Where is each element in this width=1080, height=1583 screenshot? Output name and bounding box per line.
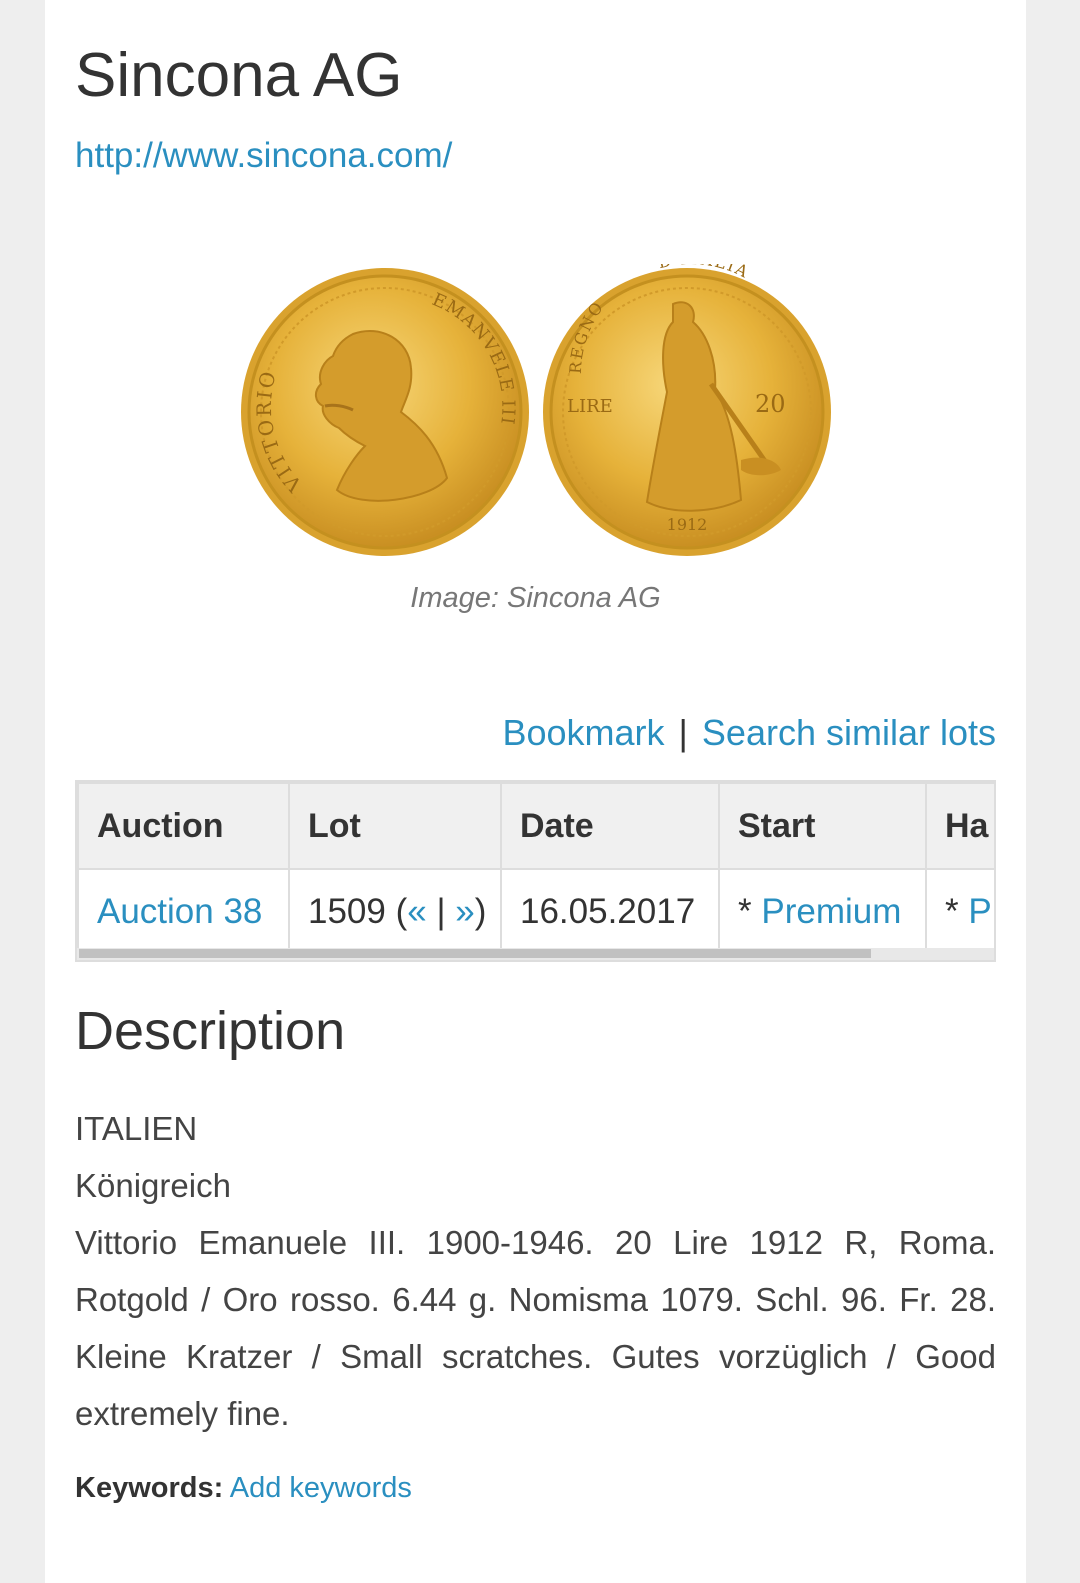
table-row: Auction 38 1509 (« | ») 16.05.2017 * Pre… [77, 868, 994, 956]
page-container: Sincona AG http://www.sincona.com/ VITTO… [45, 0, 1026, 1583]
actions-separator: | [678, 712, 688, 753]
scrollbar-thumb[interactable] [79, 949, 871, 958]
page-title: Sincona AG [75, 41, 403, 110]
hammer-premium-link[interactable]: P [968, 892, 991, 931]
cell-date: 16.05.2017 [500, 868, 720, 956]
hammer-prefix: * [945, 892, 969, 931]
description-text: ITALIEN Königreich Vittorio Emanuele III… [75, 1100, 996, 1442]
bookmark-link[interactable]: Bookmark [502, 712, 664, 753]
lot-number: 1509 [308, 892, 386, 931]
cell-auction: Auction 38 [77, 868, 290, 956]
header-lot: Lot [288, 782, 502, 870]
keywords-label: Keywords: [75, 1472, 224, 1504]
reverse-year: 1912 [667, 515, 708, 534]
table-scrollbar[interactable] [77, 948, 994, 960]
auction-table[interactable]: Auction Lot Date Start Ha Auction 38 150… [75, 780, 996, 962]
header-date: Date [500, 782, 720, 870]
start-prefix: * [738, 892, 762, 931]
coin-obverse: VITTORIO EMANVELE III [241, 268, 529, 556]
lot-paren-close: ) [474, 892, 487, 931]
cell-start: * Premium [718, 868, 927, 956]
next-lot-link[interactable]: » [455, 892, 474, 931]
cell-hammer: * P [925, 868, 994, 956]
auction-link[interactable]: Auction 38 [97, 892, 262, 931]
coin-image: VITTORIO EMANVELE III REGNO IA LIRE 20 1… [241, 249, 833, 560]
lot-paren-open: ( [395, 892, 408, 931]
reverse-denomination-value: 20 [755, 390, 786, 418]
description-line-realm: Königreich [75, 1167, 231, 1204]
coin-reverse: REGNO D'ITALIA LIRE 20 1912 [543, 249, 831, 556]
description-body: Vittorio Emanuele III. 1900-1946. 20 Lir… [75, 1224, 996, 1432]
image-caption: Image: Sincona AG [410, 582, 661, 614]
start-premium-link[interactable]: Premium [761, 892, 901, 931]
header-auction: Auction [77, 782, 290, 870]
description-heading: Description [75, 1001, 346, 1061]
website-link[interactable]: http://www.sincona.com/ [75, 136, 452, 176]
reverse-denomination-label: LIRE [567, 396, 613, 417]
lot-actions: Bookmark | Search similar lots [502, 712, 996, 754]
add-keywords-link[interactable]: Add keywords [230, 1472, 412, 1504]
table-header-row: Auction Lot Date Start Ha [77, 782, 994, 870]
cell-lot: 1509 (« | ») [288, 868, 502, 956]
header-hammer: Ha [925, 782, 994, 870]
keywords-row: Keywords: Add keywords [75, 1472, 412, 1505]
search-similar-link[interactable]: Search similar lots [702, 712, 996, 753]
prev-lot-link[interactable]: « [407, 892, 426, 931]
description-line-country: ITALIEN [75, 1110, 198, 1147]
header-start: Start [718, 782, 927, 870]
lot-nav-separator: | [436, 892, 446, 931]
